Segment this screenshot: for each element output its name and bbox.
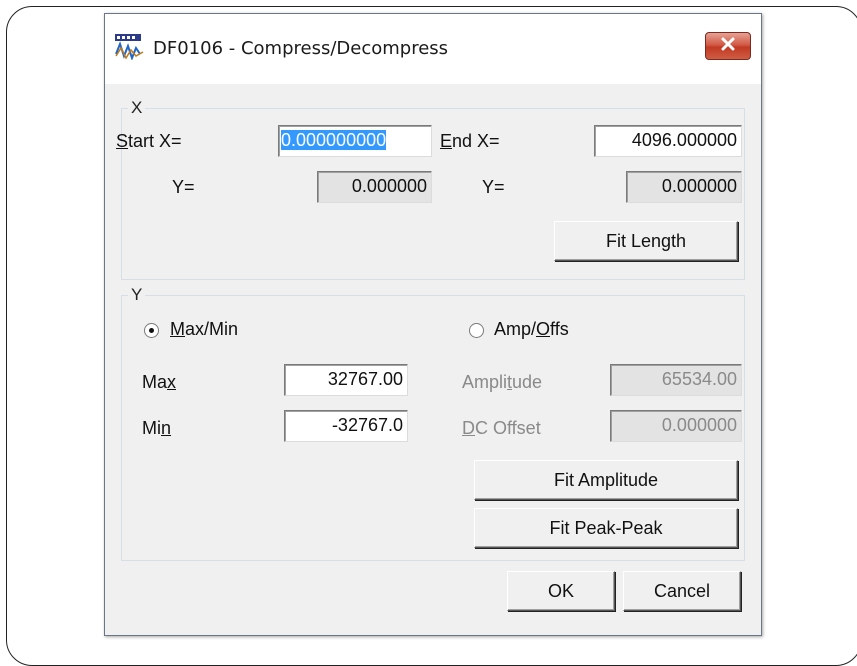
x-group-legend: X	[128, 98, 146, 118]
start-x-input[interactable]: 0.000000000	[278, 125, 432, 157]
min-label: Min	[142, 418, 172, 438]
start-y-readonly-field: 0.000000	[317, 171, 432, 203]
end-x-input[interactable]: 4096.000000	[594, 125, 742, 157]
x-groupbox: X Start X= 0.000000000 End X= 4096.00000…	[116, 98, 745, 280]
amplitude-input: 65534.00	[610, 364, 742, 396]
cancel-button[interactable]: Cancel	[623, 571, 741, 611]
amplitude-label: Amplitude	[462, 372, 543, 392]
y-groupbox: Y Max/Min Amp/Offs Max 32767.00 Amplitud…	[121, 285, 745, 561]
fit-length-button[interactable]: Fit Length	[554, 221, 738, 261]
start-x-label: Start X=	[116, 131, 182, 151]
fit-peak-peak-button[interactable]: Fit Peak-Peak	[474, 508, 738, 548]
close-icon	[720, 37, 736, 56]
max-input[interactable]: 32767.00	[284, 364, 408, 396]
start-y-label: Y=	[172, 177, 195, 197]
maxmin-label[interactable]: Max/Min	[170, 319, 238, 340]
ok-button[interactable]: OK	[507, 571, 615, 611]
ampoffs-radio[interactable]	[469, 323, 484, 338]
ampoffs-label[interactable]: Amp/Offs	[494, 319, 569, 340]
title-bar[interactable]: DF0106 - Compress/Decompress	[105, 14, 761, 84]
waveform-app-icon	[115, 34, 147, 61]
fit-amplitude-button[interactable]: Fit Amplitude	[474, 460, 738, 500]
max-label: Max	[142, 372, 177, 392]
min-input[interactable]: -32767.0	[284, 410, 408, 442]
end-x-label: End X=	[440, 131, 500, 151]
dc-offset-label: DC Offset	[462, 418, 541, 438]
end-y-readonly-field: 0.000000	[626, 171, 742, 203]
y-group-legend: Y	[128, 285, 146, 305]
dc-offset-input: 0.000000	[610, 410, 742, 442]
close-button[interactable]	[705, 32, 751, 60]
maxmin-radio[interactable]	[144, 323, 159, 338]
compress-decompress-dialog: DF0106 - Compress/Decompress X Start X= …	[104, 13, 762, 636]
end-y-label: Y=	[482, 177, 505, 197]
window-title: DF0106 - Compress/Decompress	[153, 38, 449, 59]
